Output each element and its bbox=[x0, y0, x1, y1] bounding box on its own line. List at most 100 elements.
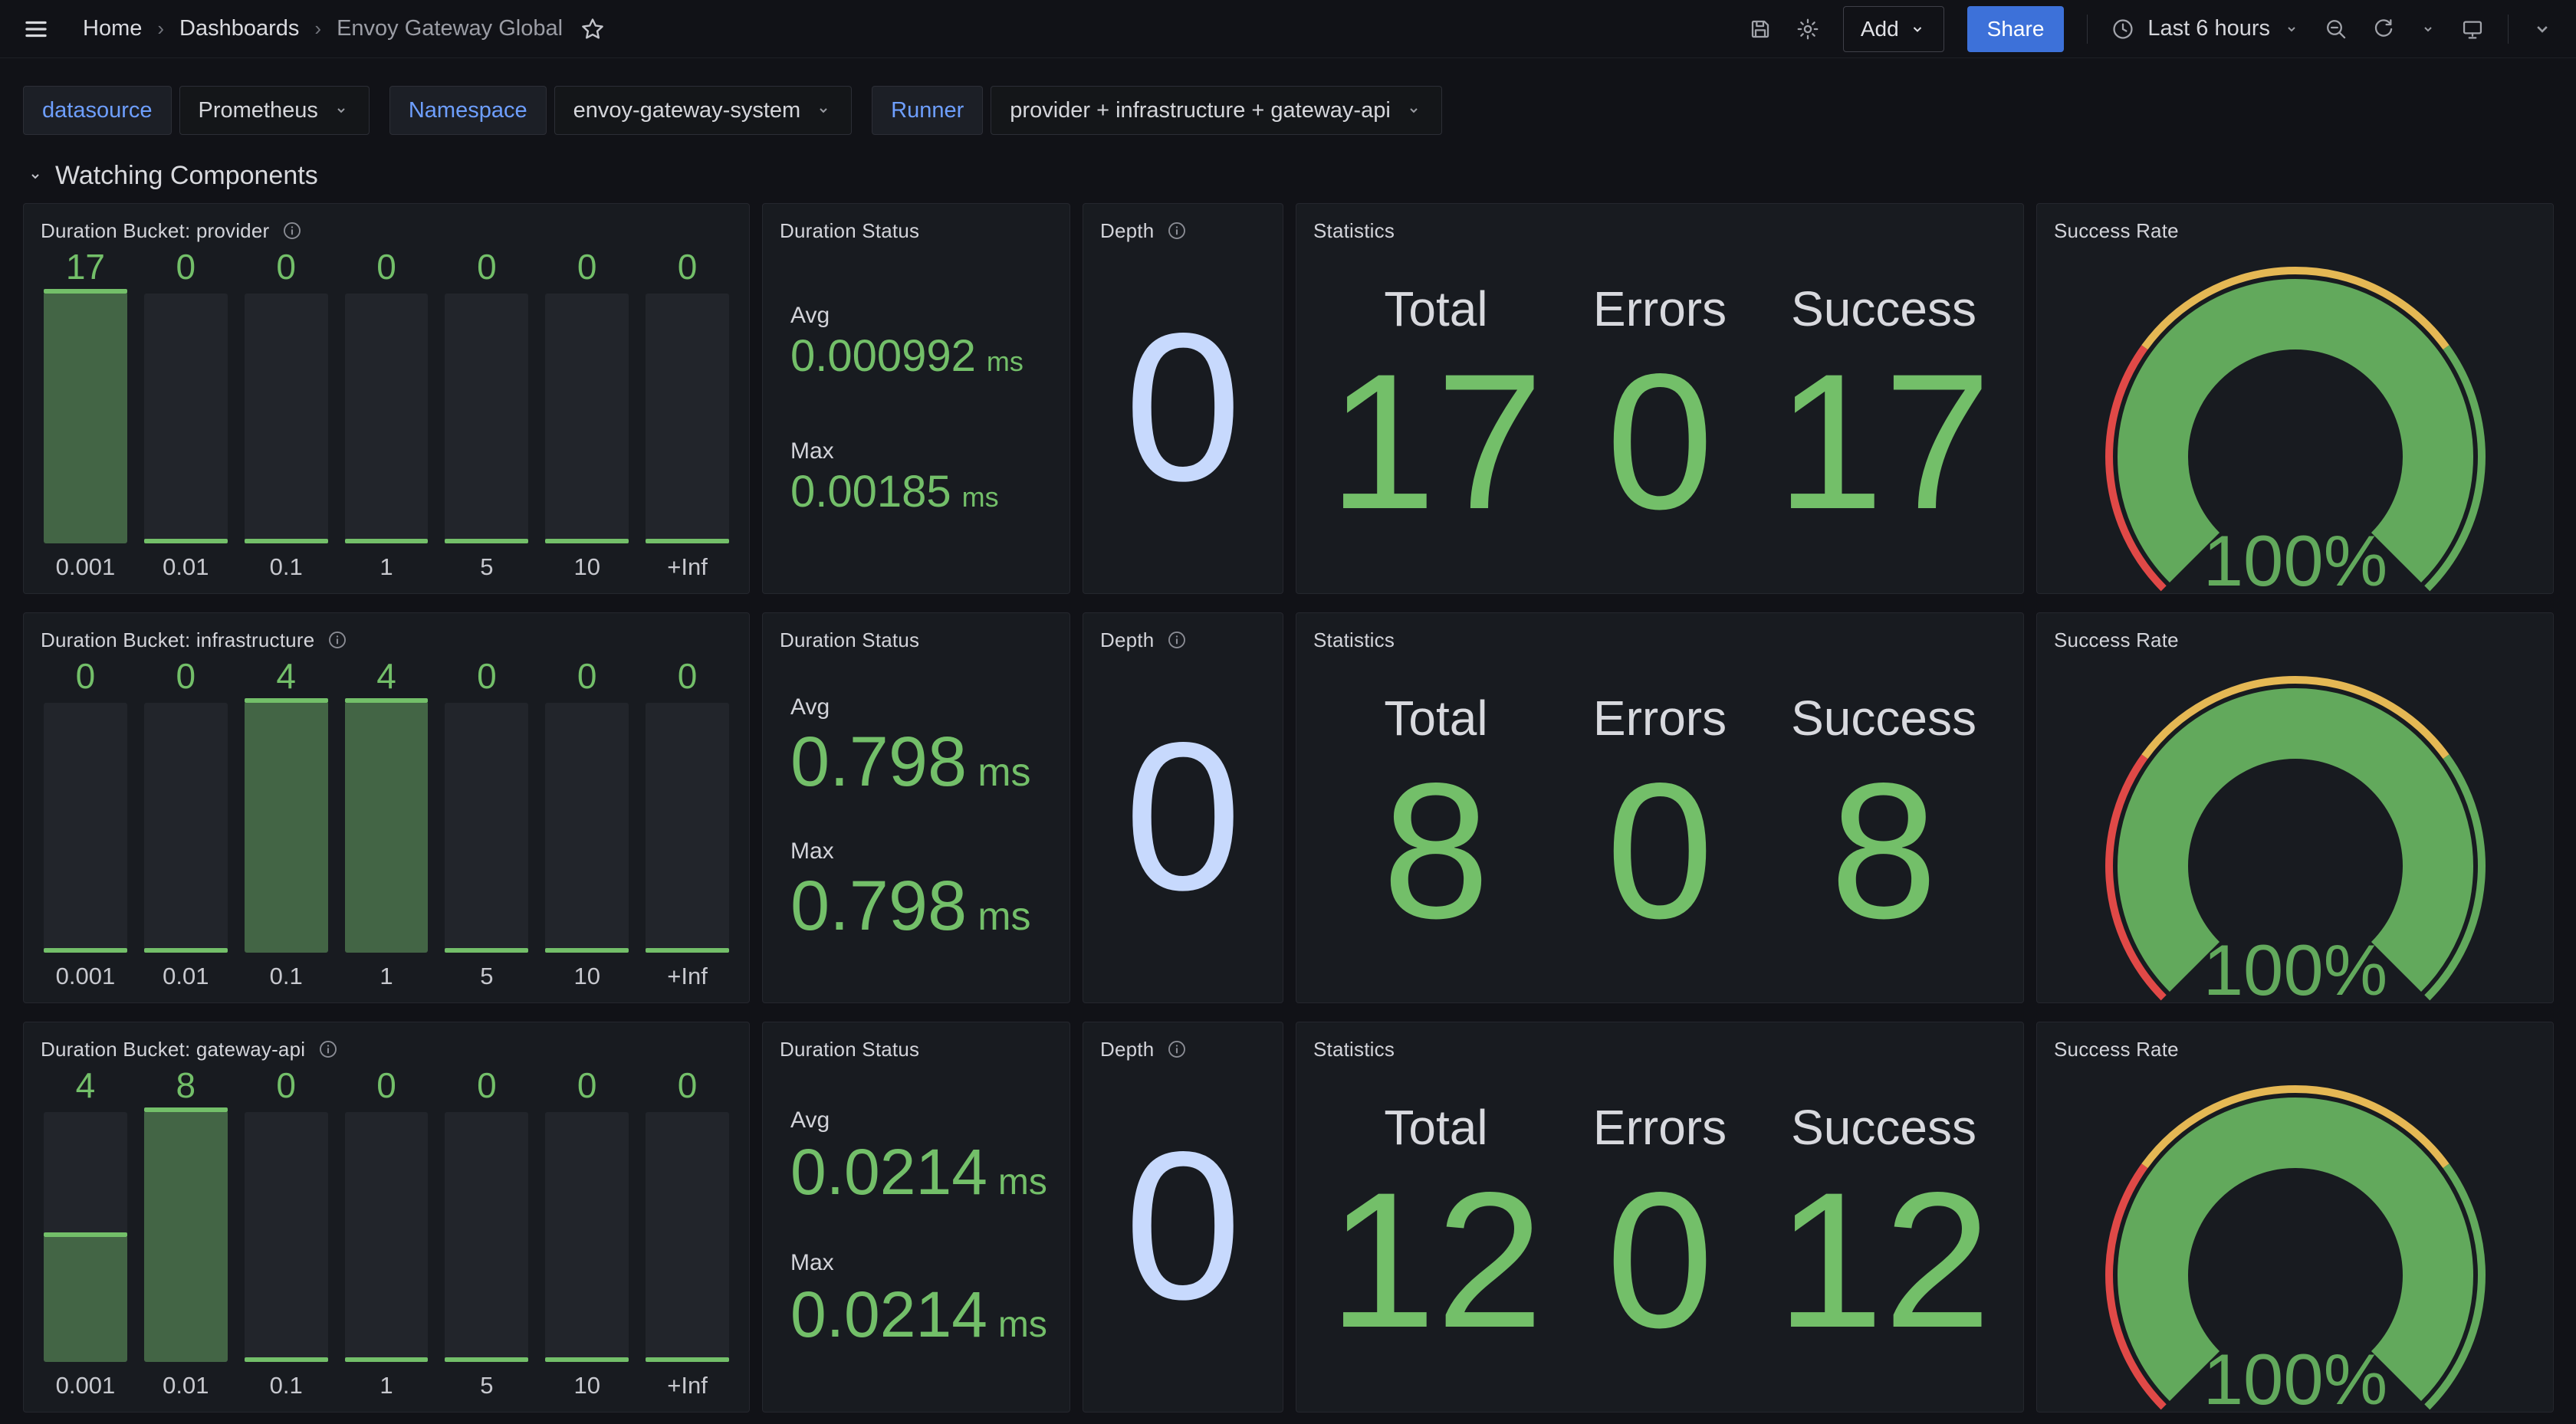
bar-track bbox=[245, 294, 328, 543]
panel-title: Duration Status bbox=[780, 628, 919, 652]
share-button[interactable]: Share bbox=[1967, 6, 2065, 52]
bar-label: 0.01 bbox=[163, 962, 209, 990]
statistics-panel: Statistics Total8 Errors0 Success8 bbox=[1296, 612, 2024, 1003]
bar-cap bbox=[44, 1232, 127, 1237]
bar-value: 4 bbox=[276, 656, 296, 697]
breadcrumb: Home › Dashboards › Envoy Gateway Global bbox=[83, 16, 563, 41]
panel-title: Duration Status bbox=[780, 219, 919, 243]
bar-track bbox=[245, 1112, 328, 1362]
kiosk-monitor-icon[interactable] bbox=[2460, 17, 2485, 41]
section-title: Watching Components bbox=[55, 161, 318, 191]
stat-value: 0.798 bbox=[790, 869, 967, 943]
bar-cap bbox=[646, 1357, 729, 1362]
panel-row-provider: Duration Bucket: provider 170.001 00.01 … bbox=[23, 203, 2553, 594]
variable-runner-value[interactable]: provider + infrastructure + gateway-api bbox=[991, 86, 1441, 135]
refresh-interval-chevron-icon[interactable] bbox=[2419, 20, 2437, 38]
bar-track bbox=[345, 1112, 429, 1362]
bar-track bbox=[44, 1112, 127, 1362]
bar-label: 0.1 bbox=[270, 1371, 303, 1399]
bar-value: 0 bbox=[276, 247, 296, 287]
refresh-icon[interactable] bbox=[2371, 17, 2396, 41]
time-range-picker[interactable]: Last 6 hours bbox=[2111, 16, 2301, 41]
stat-value: 0 bbox=[1606, 763, 1714, 940]
star-icon[interactable] bbox=[580, 16, 606, 42]
top-nav-actions: Add Share Last 6 hours bbox=[1748, 6, 2553, 52]
bar-track bbox=[345, 703, 429, 953]
bar-value: 0 bbox=[577, 656, 597, 697]
statistics-panel: Statistics Total17 Errors0 Success17 bbox=[1296, 203, 2024, 594]
bar-cap bbox=[44, 289, 127, 294]
bucket-bar: 0 +Inf bbox=[646, 247, 729, 581]
duration-status-panel: Duration Status Avg 0.000992ms Max 0.001… bbox=[762, 203, 1070, 594]
stat-label: Success bbox=[1791, 694, 1976, 743]
collapse-toolbar-chevron-icon[interactable] bbox=[2532, 18, 2553, 40]
stat-success: Success8 bbox=[1791, 694, 1976, 940]
bar-value: 0 bbox=[577, 1065, 597, 1106]
info-icon[interactable] bbox=[327, 629, 348, 651]
bar-value: 0 bbox=[376, 1065, 396, 1106]
bar-track bbox=[646, 703, 729, 953]
bar-cap bbox=[545, 1357, 629, 1362]
bar-track bbox=[245, 703, 328, 953]
row-watching-components-toggle[interactable]: Watching Components bbox=[26, 161, 2576, 191]
stat-success: Success12 bbox=[1776, 1103, 1991, 1350]
bar-track bbox=[345, 294, 429, 543]
bar-cap bbox=[545, 539, 629, 543]
breadcrumb-home[interactable]: Home bbox=[83, 16, 142, 41]
breadcrumb-dashboards[interactable]: Dashboards bbox=[179, 16, 299, 41]
stat-label: Success bbox=[1791, 1103, 1976, 1152]
bar-label: 10 bbox=[573, 553, 600, 581]
breadcrumb-current-dashboard: Envoy Gateway Global bbox=[337, 16, 563, 41]
save-icon[interactable] bbox=[1748, 17, 1773, 41]
avg-stat: Avg 0.798ms bbox=[790, 694, 1053, 799]
stat-label: Errors bbox=[1593, 284, 1727, 333]
bar-track bbox=[44, 294, 127, 543]
bar-value: 0 bbox=[176, 656, 196, 697]
max-stat: Max 0.0214ms bbox=[790, 1250, 1053, 1348]
chevron-down-icon bbox=[26, 167, 44, 185]
bar-value: 8 bbox=[176, 1065, 196, 1106]
bar-track bbox=[445, 1112, 528, 1362]
bar-label: 1 bbox=[380, 1371, 393, 1399]
breadcrumb-separator: › bbox=[157, 17, 164, 41]
panel-title: Duration Bucket: provider bbox=[41, 219, 269, 243]
stat-success: Success17 bbox=[1776, 284, 1991, 531]
bar-label: 0.001 bbox=[56, 553, 116, 581]
stat-unit: ms bbox=[998, 1304, 1047, 1346]
zoom-out-icon[interactable] bbox=[2324, 17, 2348, 41]
bar-label: 0.001 bbox=[56, 1371, 116, 1399]
depth-panel: Depth 0 bbox=[1083, 203, 1283, 594]
add-button[interactable]: Add bbox=[1843, 6, 1944, 52]
stat-label: Total bbox=[1384, 284, 1487, 333]
variable-datasource-value[interactable]: Prometheus bbox=[179, 86, 370, 135]
bar-label: +Inf bbox=[667, 553, 708, 581]
info-icon[interactable] bbox=[317, 1038, 339, 1060]
gauge-value: 100% bbox=[2203, 930, 2387, 1003]
bar-label: 5 bbox=[480, 1371, 493, 1399]
bar-label: 5 bbox=[480, 553, 493, 581]
statistics-panel: Statistics Total12 Errors0 Success12 bbox=[1296, 1022, 2024, 1413]
toolbar-divider bbox=[2087, 15, 2088, 44]
bar-track bbox=[646, 1112, 729, 1362]
variable-namespace-label: Namespace bbox=[389, 86, 547, 135]
depth-value: 0 bbox=[1100, 1052, 1266, 1399]
panel-title: Statistics bbox=[1313, 1038, 1395, 1061]
bar-value: 4 bbox=[376, 656, 396, 697]
info-icon[interactable] bbox=[281, 220, 303, 241]
bar-track bbox=[144, 703, 228, 953]
bar-cap bbox=[345, 698, 429, 703]
bucket-bar: 01 bbox=[345, 1065, 429, 1399]
bar-value: 0 bbox=[678, 1065, 698, 1106]
bar-fill bbox=[345, 703, 429, 953]
stat-unit: ms bbox=[978, 750, 1030, 796]
bar-cap bbox=[345, 539, 429, 543]
bar-value: 0 bbox=[678, 247, 698, 287]
bucket-bar: 01 bbox=[345, 247, 429, 581]
panel-row-infrastructure: Duration Bucket: infrastructure 00.001 0… bbox=[23, 612, 2553, 1003]
bar-cap bbox=[345, 1357, 429, 1362]
variable-namespace-value[interactable]: envoy-gateway-system bbox=[554, 86, 853, 135]
depth-value: 0 bbox=[1100, 642, 1266, 990]
menu-icon[interactable] bbox=[23, 16, 49, 42]
variable-runner-label: Runner bbox=[872, 86, 983, 135]
gear-icon[interactable] bbox=[1796, 17, 1820, 41]
